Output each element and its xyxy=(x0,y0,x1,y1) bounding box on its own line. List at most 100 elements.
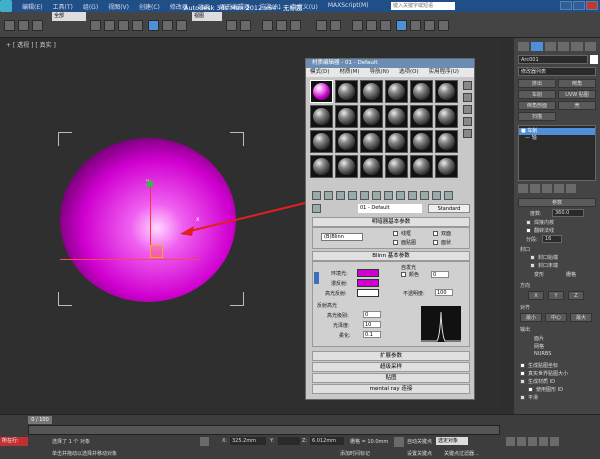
sample-slot[interactable] xyxy=(385,130,408,153)
sample-slot[interactable] xyxy=(410,155,433,178)
material-menu-item[interactable]: 选项(O) xyxy=(399,68,419,77)
percent-snap-icon[interactable] xyxy=(290,20,301,31)
move-gizmo-plane[interactable] xyxy=(150,245,163,258)
select-object-icon[interactable] xyxy=(90,20,101,31)
parameters-rollout[interactable]: 参数 xyxy=(518,198,596,207)
scale-icon[interactable] xyxy=(176,20,187,31)
close-button[interactable] xyxy=(586,1,598,10)
background-icon[interactable] xyxy=(463,105,472,114)
sample-slot[interactable] xyxy=(335,130,358,153)
modify-tab-icon[interactable] xyxy=(531,42,543,51)
remove-modifier-icon[interactable] xyxy=(554,184,564,193)
timeline-track[interactable] xyxy=(28,425,500,435)
move-icon[interactable] xyxy=(148,20,159,31)
lock-ambient-diffuse-icon[interactable] xyxy=(314,272,319,284)
show-map-icon[interactable] xyxy=(408,191,417,200)
time-slider[interactable]: 0 / 100 xyxy=(28,416,52,424)
sample-slot[interactable] xyxy=(335,105,358,128)
stack-item-axis[interactable]: — 轴 xyxy=(519,135,595,142)
curve-editor-icon[interactable] xyxy=(366,20,377,31)
make-unique-icon[interactable] xyxy=(372,191,381,200)
cap-end-checkbox[interactable] xyxy=(530,263,535,268)
flip-normals-checkbox[interactable] xyxy=(526,228,531,233)
go-forward-icon[interactable] xyxy=(444,191,453,200)
selected-set-dropdown[interactable]: 选定对象 xyxy=(436,437,468,445)
sample-slot[interactable] xyxy=(360,105,383,128)
rect-select-icon[interactable] xyxy=(118,20,129,31)
sample-slot[interactable] xyxy=(310,130,333,153)
material-rollout[interactable]: mental ray 连接 xyxy=(312,384,470,394)
blinn-basic-rollout[interactable]: Blinn 基本参数 xyxy=(312,251,470,261)
morph-radio[interactable]: 变形 xyxy=(534,271,544,278)
material-rollout[interactable]: 超级采样 xyxy=(312,362,470,372)
maximize-button[interactable] xyxy=(573,1,585,10)
make-unique-icon[interactable] xyxy=(542,184,552,193)
angle-snap-icon[interactable] xyxy=(276,20,287,31)
sample-slot[interactable] xyxy=(385,105,408,128)
menu-item[interactable]: MAXScript(M) xyxy=(328,2,369,11)
viewport-label[interactable]: + [ 透视 ] [ 真实 ] xyxy=(6,40,56,49)
sample-slot[interactable] xyxy=(310,155,333,178)
modifier-list-dropdown[interactable]: 修改器列表 xyxy=(518,67,596,76)
layer-icon[interactable] xyxy=(352,20,363,31)
add-time-tag[interactable]: 添加时间标记 xyxy=(340,450,370,457)
self-illum-value[interactable]: 0 xyxy=(431,271,449,278)
set-key-icon[interactable] xyxy=(394,437,404,447)
sample-slot[interactable] xyxy=(335,155,358,178)
material-menu-item[interactable]: 导航(N) xyxy=(370,68,389,77)
create-tab-icon[interactable] xyxy=(518,42,530,51)
app-logo-icon[interactable] xyxy=(0,0,12,12)
object-color-swatch[interactable] xyxy=(590,55,598,64)
uv-tiling-icon[interactable] xyxy=(463,117,472,126)
configure-sets-icon[interactable] xyxy=(566,184,576,193)
utilities-tab-icon[interactable] xyxy=(584,42,596,51)
weld-core-checkbox[interactable] xyxy=(526,220,531,225)
segments-field[interactable]: 16 xyxy=(542,235,562,243)
wire-checkbox[interactable] xyxy=(393,231,398,236)
minimize-button[interactable] xyxy=(560,1,572,10)
material-id-icon[interactable] xyxy=(396,191,405,200)
sample-slot[interactable] xyxy=(435,80,458,103)
material-menu-item[interactable]: 实用程序(U) xyxy=(429,68,459,77)
key-filters-button[interactable]: 关键点过滤器... xyxy=(444,450,479,457)
sample-slot[interactable] xyxy=(410,80,433,103)
go-to-start-icon[interactable] xyxy=(506,437,515,446)
sample-slot[interactable] xyxy=(385,155,408,178)
modifier-button[interactable]: 扫描 xyxy=(518,112,556,121)
menu-item[interactable]: 工具(T) xyxy=(52,2,72,11)
output-patch-radio[interactable]: 面片 xyxy=(534,335,544,342)
x-coord-field[interactable]: 325.2mm xyxy=(230,437,266,445)
sample-slot[interactable] xyxy=(435,130,458,153)
direction-x-button[interactable]: X xyxy=(528,291,544,300)
z-coord-field[interactable]: 6.012mm xyxy=(310,437,344,445)
sample-slot[interactable] xyxy=(360,155,383,178)
modifier-button[interactable]: 挤出 xyxy=(518,79,556,88)
reference-coord-dropdown[interactable]: 视图 xyxy=(192,12,222,21)
schematic-icon[interactable] xyxy=(380,20,391,31)
cap-start-checkbox[interactable] xyxy=(530,255,535,260)
get-material-icon[interactable] xyxy=(312,191,321,200)
sample-slot[interactable] xyxy=(410,130,433,153)
stack-item-lathe[interactable]: ■ 车削 xyxy=(519,128,595,135)
menu-item[interactable]: 编辑(E) xyxy=(22,2,42,11)
modifier-button[interactable]: UVW 贴图 xyxy=(558,90,596,99)
modifier-stack[interactable]: ■ 车削 — 轴 xyxy=(518,125,596,181)
modifier-button[interactable]: 壳 xyxy=(558,101,596,110)
use-shape-ids-checkbox[interactable] xyxy=(528,387,533,392)
align-icon[interactable] xyxy=(330,20,341,31)
y-axis-gizmo[interactable] xyxy=(150,185,151,253)
modifier-button[interactable]: 车削 xyxy=(518,90,556,99)
lock-selection-icon[interactable] xyxy=(200,437,209,446)
degrees-field[interactable]: 360.0 xyxy=(552,209,584,217)
shader-basic-rollout[interactable]: 明暗器基本参数 xyxy=(312,217,470,227)
sample-slot[interactable] xyxy=(310,80,333,103)
put-to-scene-icon[interactable] xyxy=(324,191,333,200)
shader-dropdown[interactable]: (B)Blinn xyxy=(321,233,363,241)
sample-type-icon[interactable] xyxy=(463,81,472,90)
glossiness-value[interactable]: 10 xyxy=(363,321,381,328)
diffuse-color-swatch[interactable] xyxy=(357,279,379,287)
modifier-button[interactable]: 倒角剖面 xyxy=(518,101,556,110)
material-menu-item[interactable]: 模式(D) xyxy=(310,68,330,77)
align-center-button[interactable]: 中心 xyxy=(545,313,567,322)
sample-slot[interactable] xyxy=(385,80,408,103)
